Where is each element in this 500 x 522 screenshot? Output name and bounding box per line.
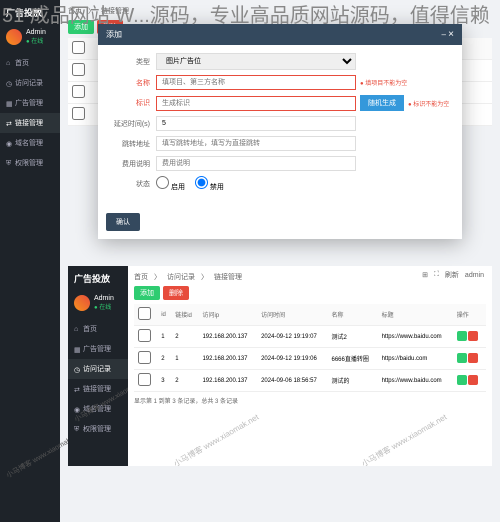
avatar-2 xyxy=(74,295,90,311)
jump-label: 跳转地址 xyxy=(106,139,156,149)
link-icon: ⇄ xyxy=(6,120,12,126)
delay-input[interactable] xyxy=(156,116,356,131)
home-icon: ⌂ xyxy=(6,60,12,66)
name-input[interactable] xyxy=(156,75,356,90)
pager-text: 显示第 1 到第 3 条记录，总共 3 条记录 xyxy=(134,396,486,405)
delete-row-button[interactable] xyxy=(468,375,478,385)
add-modal: 添加 – × 类型 图片广告位 名称 ● 填项目不能为空 xyxy=(98,24,462,239)
grid-icon[interactable]: ⊞ xyxy=(422,271,428,279)
status-label: 状态 xyxy=(106,179,156,189)
add-button[interactable]: 添加 xyxy=(68,20,94,34)
content-2: 首页 〉 访问记录 〉 链接管理 ⊞ ⛶ 刷新 admin 添加 删除 xyxy=(128,266,492,466)
visits-table: id 链接id 访问ip 访问时间 名称 标题 操作 1 xyxy=(134,304,486,392)
clock-icon: ◷ xyxy=(74,366,80,372)
shield-icon: ⛨ xyxy=(74,426,80,432)
clock-icon: ◷ xyxy=(6,80,12,86)
link-icon: ⇄ xyxy=(74,386,80,392)
user-status-2: ● 在线 xyxy=(94,302,114,311)
nav-list: ⌂首页 ◷访问记录 ▦广告管理 ⇄链接管理 ◉域名管理 ⛨权限管理 xyxy=(0,53,60,173)
watermark-4: 小马博客 www.xiaomak.net xyxy=(172,412,261,470)
price-label: 费用说明 xyxy=(106,159,156,169)
logo-2: 广告投放 xyxy=(68,266,128,291)
user-name-2: Admin xyxy=(94,295,114,302)
row-check[interactable] xyxy=(138,329,151,342)
nav-visits[interactable]: ◷访问记录 xyxy=(0,73,60,93)
bc2-visits[interactable]: 访问记录 xyxy=(167,272,195,282)
bc2-links[interactable]: 链接管理 xyxy=(214,272,242,282)
top-right-tools: ⊞ ⛶ 刷新 admin xyxy=(422,270,484,280)
globe-icon: ◉ xyxy=(6,140,12,146)
name-label: 名称 xyxy=(106,78,156,88)
id-input[interactable] xyxy=(156,96,356,111)
jump-input[interactable] xyxy=(156,136,356,151)
logo: 广告投放 xyxy=(0,0,60,25)
submit-button[interactable]: 确认 xyxy=(106,213,140,231)
bc-home[interactable]: 首页 xyxy=(68,6,82,16)
nav-ads[interactable]: ▦广告管理 xyxy=(0,93,60,113)
generate-button[interactable]: 随机生成 xyxy=(360,95,404,111)
table-row: 1 2 192.168.200.137 2024-09-12 19:19:07 … xyxy=(134,326,486,348)
modal-title: 添加 xyxy=(106,29,122,40)
modal-body: 类型 图片广告位 名称 ● 填项目不能为空 标识 随机生成 ● 标识不能为空 xyxy=(98,45,462,205)
price-input[interactable] xyxy=(156,156,356,171)
bc-curr[interactable]: 链接管理 xyxy=(101,6,129,16)
sidebar: 广告投放 Admin ● 在线 ⌂首页 ◷访问记录 ▦广告管理 ⇄链接管理 ◉域… xyxy=(0,0,60,522)
id-label: 标识 xyxy=(106,98,156,108)
status-disable[interactable]: 禁用 xyxy=(195,176,224,192)
bc2-home[interactable]: 首页 xyxy=(134,272,148,282)
ad-icon: ▦ xyxy=(6,100,12,106)
nav2-home[interactable]: ⌂首页 xyxy=(68,319,128,339)
minimize-icon[interactable]: – xyxy=(441,30,445,39)
shield-icon: ⛨ xyxy=(6,160,12,166)
close-icon[interactable]: × xyxy=(448,29,454,40)
user-name: Admin xyxy=(26,29,46,36)
row-check[interactable] xyxy=(138,373,151,386)
home-icon: ⌂ xyxy=(74,326,80,332)
sidebar-2: 广告投放 Admin ● 在线 ⌂首页 ▦广告管理 ◷访问记录 ⇄链接管理 ◉域 xyxy=(68,266,128,466)
nav-links[interactable]: ⇄链接管理 xyxy=(0,113,60,133)
delete-row-button[interactable] xyxy=(468,331,478,341)
user-status: ● 在线 xyxy=(26,36,46,45)
avatar xyxy=(6,29,22,45)
delay-label: 延迟时间(s) xyxy=(106,119,156,129)
nav-home[interactable]: ⌂首页 xyxy=(0,53,60,73)
type-label: 类型 xyxy=(106,57,156,67)
check-all-2[interactable] xyxy=(138,307,151,320)
ad-icon: ▦ xyxy=(74,346,80,352)
watermark-3: 小马博客 www.xiaomak.net xyxy=(359,412,448,470)
delete-row-button[interactable] xyxy=(468,353,478,363)
row-check[interactable] xyxy=(138,351,151,364)
nav-domains[interactable]: ◉域名管理 xyxy=(0,133,60,153)
nav2-ads[interactable]: ▦广告管理 xyxy=(68,339,128,359)
main-content: 首页 〉 链接管理 添加 删除 id 状态 时间 操作 xyxy=(60,0,500,522)
nav-perms[interactable]: ⛨权限管理 xyxy=(0,153,60,173)
user-panel-2: Admin ● 在线 xyxy=(68,291,128,315)
delete-button-2[interactable]: 删除 xyxy=(163,286,189,300)
nav2-visits[interactable]: ◷访问记录 xyxy=(68,359,128,379)
table-row: 2 1 192.168.200.137 2024-09-12 19:19:06 … xyxy=(134,348,486,370)
check-all[interactable] xyxy=(72,41,85,54)
id-hint: ● 标识不能为空 xyxy=(408,99,449,108)
name-hint: ● 填项目不能为空 xyxy=(360,78,407,87)
status-enable[interactable]: 启用 xyxy=(156,176,185,192)
edit-button[interactable] xyxy=(457,331,467,341)
table-row: 3 2 192.168.200.137 2024-09-06 18:56:57 … xyxy=(134,370,486,392)
type-select[interactable]: 图片广告位 xyxy=(156,53,356,70)
add-button-2[interactable]: 添加 xyxy=(134,286,160,300)
user-link[interactable]: admin xyxy=(465,272,484,279)
edit-button[interactable] xyxy=(457,375,467,385)
fullscreen-icon[interactable]: ⛶ xyxy=(434,271,439,279)
user-panel: Admin ● 在线 xyxy=(0,25,60,49)
row-check[interactable] xyxy=(72,63,85,76)
edit-button[interactable] xyxy=(457,353,467,363)
row-check[interactable] xyxy=(72,107,85,120)
row-check[interactable] xyxy=(72,85,85,98)
breadcrumb: 首页 〉 链接管理 xyxy=(68,6,492,16)
refresh-link[interactable]: 刷新 xyxy=(445,270,459,280)
modal-header: 添加 – × xyxy=(98,24,462,45)
